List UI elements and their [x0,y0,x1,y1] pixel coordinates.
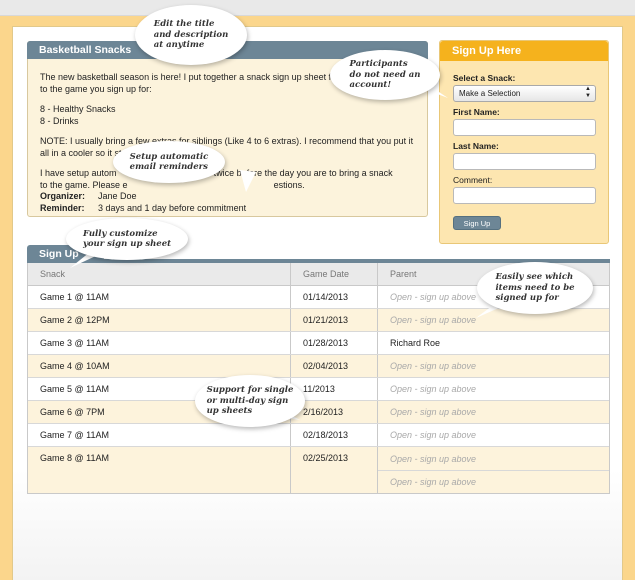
organizer-label: Organizer: [40,191,86,201]
reminder-row: Reminder: 3 days and 1 day before commitm… [40,203,246,213]
open-slot-link[interactable]: Open - sign up above [378,447,609,470]
snack-cell: Game 3 @ 11AM [40,338,109,348]
comment-label: Comment: [453,175,493,185]
description-list-line: 8 - Drinks [40,115,79,126]
callout-participants: Participants do not need an account! [330,50,440,100]
snack-cell: Game 1 @ 11AM [40,292,109,302]
snack-cell: Game 8 @ 11AM [40,453,109,463]
reminder-label: Reminder: [40,203,85,213]
callout-multi-day: Support for single or multi-day sign up … [195,375,305,427]
open-slot-link[interactable]: Open - sign up above [377,401,609,423]
open-slot-link[interactable]: Open - sign up above [377,309,609,331]
description-setup-start: to the game. Please e [40,179,128,190]
parent-cell: Richard Roe [377,332,609,354]
snack-cell: Game 7 @ 11AM [40,430,109,440]
callout-text: Edit the title and description at anytim… [153,19,229,51]
description-setup-end: estions. [273,179,305,190]
first-name-label: First Name: [453,107,500,117]
organizer-row: Organizer: Jane Doe [40,191,137,201]
snack-select[interactable]: Make a Selection ▲ ▼ [453,85,596,102]
callout-text: Support for single or multi-day sign up … [206,385,294,417]
date-cell: 02/04/2013 [290,355,377,377]
callout-text: Participants do not need an account! [349,59,421,91]
table-row: Game 4 @ 10AM 02/04/2013 Open - sign up ab… [28,355,609,378]
date-cell: 02/18/2013 [290,424,377,446]
table-row: Game 7 @ 11AM 02/18/2013 Open - sign up ab… [28,424,609,447]
open-slot-link[interactable]: Open - sign up above [378,470,609,493]
callout-edit-title: Edit the title and description at anytim… [135,5,247,65]
callout-customize: Fully customize your sign up sheet [66,218,188,260]
snack-cell: Game 2 @ 12PM [40,315,110,325]
description-setup-line: I have setup autom t twice before the day… [40,168,418,180]
select-arrows-icon: ▲ ▼ [585,86,591,99]
callout-text: Setup automatic email reminders [129,151,209,173]
callout-easily-see: Easily see which items need to be signed… [477,262,593,314]
signup-form: Sign Up Here Select a Snack: Make a Sele… [439,40,609,244]
date-cell: 02/25/2013 [290,447,377,493]
description-note: NOTE: I usually bring a few extras for s… [40,136,414,158]
date-cell: 01/21/2013 [290,309,377,331]
description-setup-line: to the game. Please e estions. [40,180,418,192]
signup-button[interactable]: Sign Up [453,216,501,230]
snack-select-value: Make a Selection [459,89,521,98]
parent-cell: Open - sign up above Open - sign up abov… [377,447,609,493]
column-header-snack: Snack [40,269,66,279]
callout-text: Easily see which items need to be signed… [495,272,575,304]
first-name-input[interactable] [453,119,596,136]
description-setup-end: t twice before the day you are to bring … [208,168,393,178]
callout-email-reminders: Setup automatic email reminders [113,141,225,183]
last-name-input[interactable] [453,153,596,170]
table-row: Game 3 @ 11AM 01/28/2013 Richard Roe [28,332,609,355]
open-slot-link[interactable]: Open - sign up above [377,355,609,377]
last-name-label: Last Name: [453,141,499,151]
browser-top-bar [0,0,635,16]
callout-text: Fully customize your sign up sheet [82,228,172,250]
description-list-line: 8 - Healthy Snacks [40,104,116,114]
table-row: Game 8 @ 11AM 02/25/2013 Open - sign up … [28,447,609,493]
table-row: Game 5 @ 11AM 11/2013 Open - sign up above [28,378,609,401]
open-slot-link[interactable]: Open - sign up above [377,378,609,400]
table-row: Game 6 @ 7PM 2/16/2013 Open - sign up abov… [28,401,609,424]
comment-input[interactable] [453,187,596,204]
column-header-date: Game Date [290,263,377,285]
date-cell: 01/28/2013 [290,332,377,354]
snack-cell: Game 4 @ 10AM [40,361,110,371]
organizer-value: Jane Doe [98,191,137,201]
open-slot-link[interactable]: Open - sign up above [377,424,609,446]
reminder-value: 3 days and 1 day before commitment [98,203,247,213]
snack-select-label: Select a Snack: [453,73,516,83]
signup-form-title: Sign Up Here [440,41,608,61]
description-setup-start: I have setup autom [40,168,117,178]
date-cell: 01/14/2013 [290,286,377,308]
